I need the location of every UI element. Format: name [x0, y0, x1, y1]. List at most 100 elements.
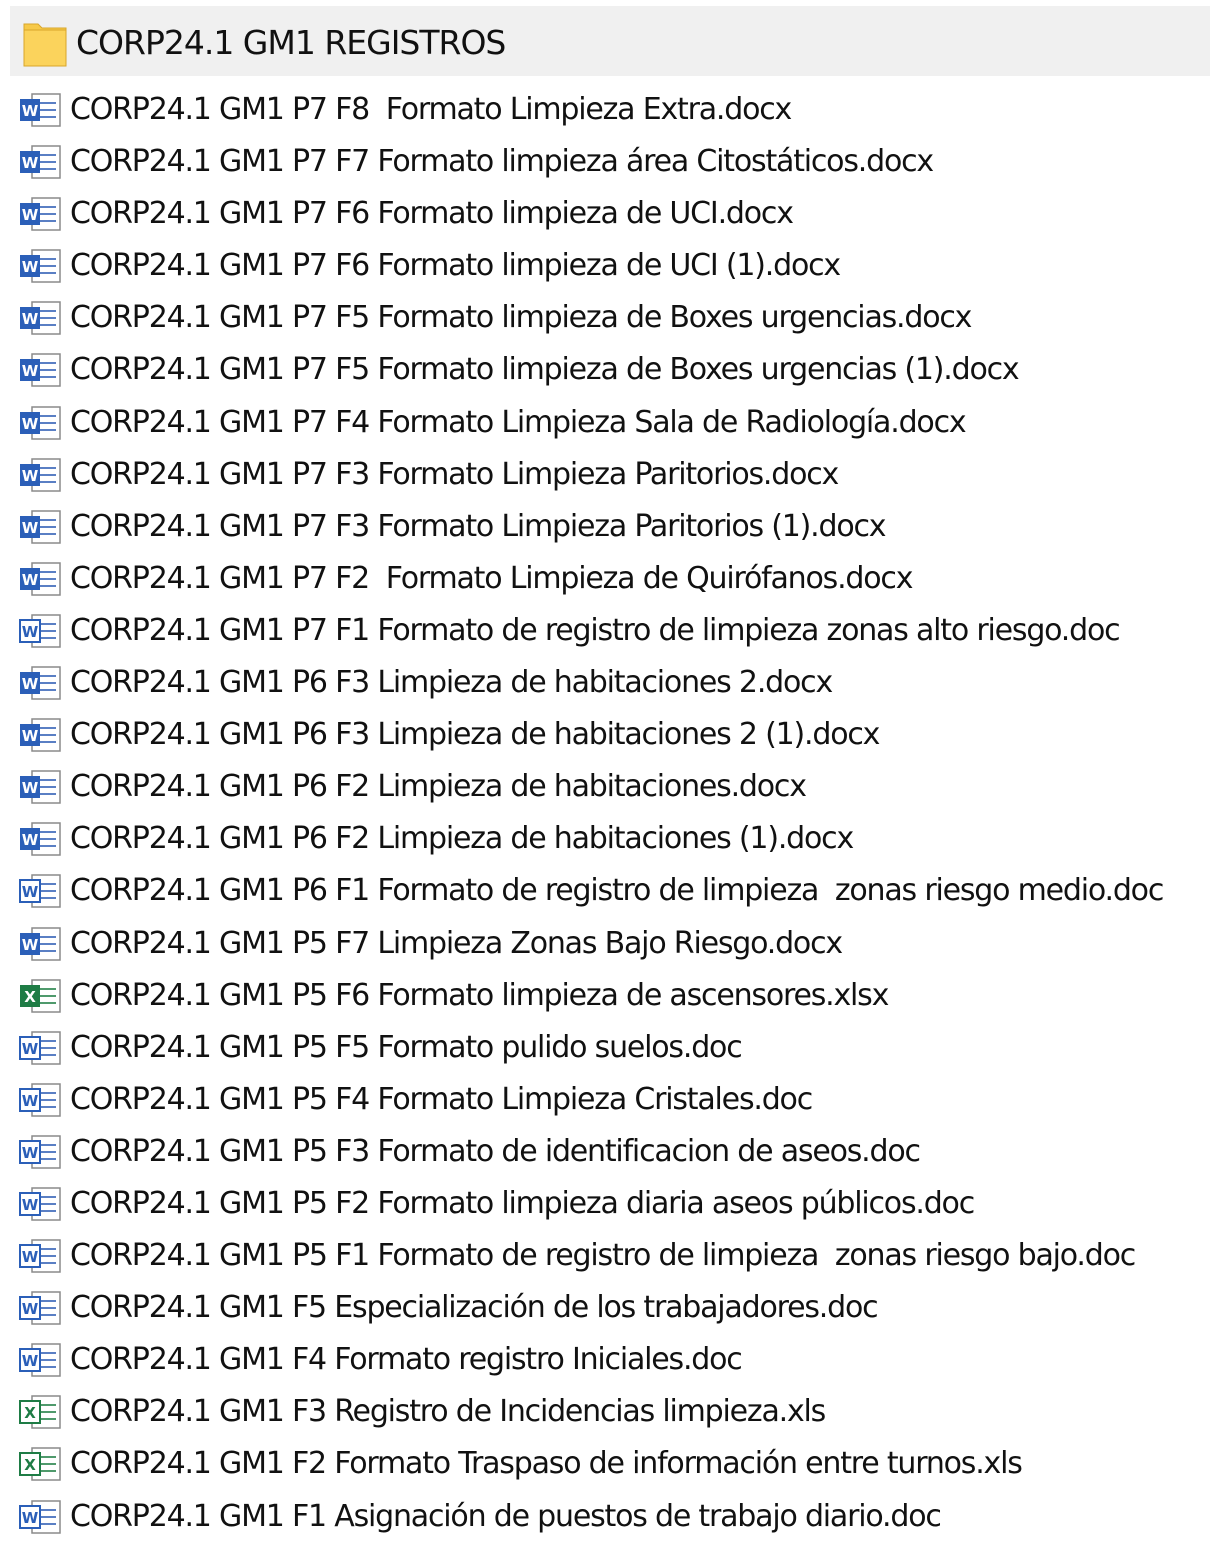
svg-text:X: X: [24, 1404, 36, 1422]
file-list-item[interactable]: W CORP24.1 GM1 P7 F2 Formato Limpieza de …: [0, 553, 1211, 605]
file-name: CORP24.1 GM1 P7 F3 Formato Limpieza Pari…: [70, 508, 887, 544]
file-name: CORP24.1 GM1 P5 F3 Formato de identifica…: [70, 1133, 921, 1169]
word-doc-icon: W: [19, 1499, 61, 1534]
folder-name: CORP24.1 GM1 REGISTROS: [76, 23, 506, 62]
word-docx-icon: W: [20, 197, 61, 231]
svg-text:W: W: [22, 779, 39, 797]
file-name: CORP24.1 GM1 P6 F3 Limpieza de habitacio…: [70, 665, 833, 701]
folder-icon: [23, 23, 67, 67]
file-name: CORP24.1 GM1 P5 F1 Formato de registro d…: [70, 1238, 1136, 1274]
file-name: CORP24.1 GM1 F2 Formato Traspaso de info…: [70, 1446, 1023, 1482]
file-list-item[interactable]: W CORP24.1 GM1 P5 F3 Formato de identific…: [0, 1126, 1211, 1178]
file-list-item[interactable]: W CORP24.1 GM1 P7 F8 Formato Limpieza Ext…: [0, 84, 1211, 136]
file-name: CORP24.1 GM1 P5 F2 Formato limpieza diar…: [70, 1185, 975, 1221]
word-doc-icon: W: [19, 1239, 61, 1273]
file-list-item[interactable]: W CORP24.1 GM1 P7 F6 Formato limpieza de …: [0, 188, 1211, 240]
svg-text:W: W: [22, 1509, 39, 1527]
file-name: CORP24.1 GM1 P7 F3 Formato Limpieza Pari…: [70, 456, 839, 492]
svg-text:W: W: [22, 1196, 39, 1214]
file-list-item[interactable]: X CORP24.1 GM1 F2 Formato Traspaso de inf…: [0, 1438, 1211, 1490]
file-list-item[interactable]: W CORP24.1 GM1 P7 F5 Formato limpieza de …: [0, 292, 1211, 344]
word-doc-icon: W: [19, 1187, 61, 1221]
file-list-item[interactable]: W CORP24.1 GM1 P5 F7 Limpieza Zonas Bajo …: [0, 918, 1211, 970]
file-list-item[interactable]: W CORP24.1 GM1 P7 F1 Formato de registro …: [0, 605, 1211, 657]
file-name: CORP24.1 GM1 P7 F6 Formato limpieza de U…: [70, 248, 841, 284]
file-name: CORP24.1 GM1 P5 F5 Formato pulido suelos…: [70, 1029, 743, 1065]
file-list-item[interactable]: W CORP24.1 GM1 P7 F5 Formato limpieza de …: [0, 344, 1211, 396]
word-docx-icon: W: [20, 562, 61, 596]
file-list-item[interactable]: W CORP24.1 GM1 P6 F2 Limpieza de habitaci…: [0, 761, 1211, 813]
file-list-item[interactable]: W CORP24.1 GM1 P6 F2 Limpieza de habitaci…: [0, 813, 1211, 865]
file-list-item[interactable]: W CORP24.1 GM1 P5 F4 Formato Limpieza Cri…: [0, 1074, 1211, 1126]
svg-text:W: W: [22, 936, 39, 954]
word-docx-icon: W: [20, 405, 61, 440]
word-docx-icon: W: [20, 822, 61, 857]
file-name: CORP24.1 GM1 P6 F1 Formato de registro d…: [70, 873, 1164, 909]
word-doc-icon: W: [19, 1030, 61, 1065]
svg-text:W: W: [22, 206, 39, 224]
file-list-item[interactable]: W CORP24.1 GM1 P7 F3 Formato Limpieza Par…: [0, 449, 1211, 501]
svg-text:W: W: [22, 154, 39, 172]
word-docx-icon: W: [20, 666, 61, 700]
svg-text:W: W: [22, 571, 39, 589]
word-doc-icon: W: [19, 614, 61, 648]
file-list: W CORP24.1 GM1 P7 F8 Formato Limpieza Ext…: [0, 84, 1211, 1543]
svg-text:W: W: [22, 519, 39, 537]
word-docx-icon: W: [20, 926, 61, 961]
word-doc-icon: W: [19, 874, 61, 909]
file-list-item[interactable]: W CORP24.1 GM1 P6 F3 Limpieza de habitaci…: [0, 657, 1211, 709]
excel-xls-icon: X: [19, 1395, 61, 1430]
file-list-item[interactable]: W CORP24.1 GM1 P5 F5 Formato pulido suelo…: [0, 1022, 1211, 1074]
file-name: CORP24.1 GM1 P7 F1 Formato de registro d…: [70, 612, 1121, 648]
file-name: CORP24.1 GM1 P7 F8 Formato Limpieza Extr…: [70, 92, 792, 127]
word-docx-icon: W: [20, 770, 61, 804]
file-list-item[interactable]: W CORP24.1 GM1 P7 F3 Formato Limpieza Par…: [0, 501, 1211, 553]
file-name: CORP24.1 GM1 P7 F6 Formato limpieza de U…: [70, 196, 794, 232]
file-name: CORP24.1 GM1 P6 F2 Limpieza de habitacio…: [70, 769, 807, 805]
word-doc-icon: W: [19, 1083, 61, 1117]
word-docx-icon: W: [20, 249, 61, 284]
file-list-item[interactable]: W CORP24.1 GM1 P7 F7 Formato limpieza áre…: [0, 136, 1211, 188]
file-list-item[interactable]: W CORP24.1 GM1 P7 F4 Formato Limpieza Sal…: [0, 397, 1211, 449]
file-list-item[interactable]: W CORP24.1 GM1 P5 F2 Formato limpieza dia…: [0, 1178, 1211, 1230]
file-name: CORP24.1 GM1 P7 F5 Formato limpieza de B…: [70, 352, 1020, 388]
file-name: CORP24.1 GM1 P7 F5 Formato limpieza de B…: [70, 300, 972, 336]
svg-text:W: W: [22, 415, 39, 433]
file-list-item[interactable]: X CORP24.1 GM1 F3 Registro de Incidencias…: [0, 1386, 1211, 1438]
word-doc-icon: W: [19, 1135, 61, 1169]
file-list-item[interactable]: W CORP24.1 GM1 F5 Especialización de los …: [0, 1282, 1211, 1334]
file-list-item[interactable]: W CORP24.1 GM1 P5 F1 Formato de registro …: [0, 1230, 1211, 1282]
svg-text:W: W: [22, 883, 39, 901]
svg-text:W: W: [22, 1040, 39, 1058]
file-name: CORP24.1 GM1 F1 Asignación de puestos de…: [70, 1498, 942, 1534]
file-list-item[interactable]: W CORP24.1 GM1 P6 F3 Limpieza de habitaci…: [0, 709, 1211, 761]
word-docx-icon: W: [20, 301, 61, 336]
svg-text:W: W: [22, 831, 39, 849]
svg-text:W: W: [22, 310, 39, 328]
file-list-item[interactable]: W CORP24.1 GM1 P7 F6 Formato limpieza de …: [0, 240, 1211, 292]
file-name: CORP24.1 GM1 P6 F2 Limpieza de habitacio…: [70, 821, 854, 857]
svg-text:W: W: [22, 258, 39, 276]
word-docx-icon: W: [20, 145, 61, 179]
svg-text:W: W: [22, 102, 39, 120]
file-name: CORP24.1 GM1 P7 F2 Formato Limpieza de Q…: [70, 560, 913, 596]
word-docx-icon: W: [20, 353, 61, 388]
file-name: CORP24.1 GM1 P7 F7 Formato limpieza área…: [70, 144, 934, 180]
word-doc-icon: W: [19, 1291, 61, 1325]
excel-xlsx-icon: X: [20, 978, 61, 1013]
svg-text:W: W: [22, 467, 39, 485]
svg-text:W: W: [22, 1248, 39, 1266]
svg-text:W: W: [22, 1144, 39, 1162]
word-docx-icon: W: [20, 457, 61, 492]
folder-header[interactable]: CORP24.1 GM1 REGISTROS: [10, 6, 1210, 76]
word-doc-icon: W: [19, 1343, 61, 1377]
svg-text:W: W: [22, 1300, 39, 1318]
file-list-item[interactable]: W CORP24.1 GM1 F1 Asignación de puestos d…: [0, 1491, 1211, 1543]
file-name: CORP24.1 GM1 P7 F4 Formato Limpieza Sala…: [70, 404, 967, 440]
file-list-item[interactable]: W CORP24.1 GM1 F4 Formato registro Inicia…: [0, 1334, 1211, 1386]
svg-text:W: W: [22, 1092, 39, 1110]
file-list-item[interactable]: W CORP24.1 GM1 P6 F1 Formato de registro …: [0, 865, 1211, 917]
file-list-item[interactable]: X CORP24.1 GM1 P5 F6 Formato limpieza de …: [0, 970, 1211, 1022]
svg-text:W: W: [22, 727, 39, 745]
svg-text:W: W: [22, 623, 39, 641]
